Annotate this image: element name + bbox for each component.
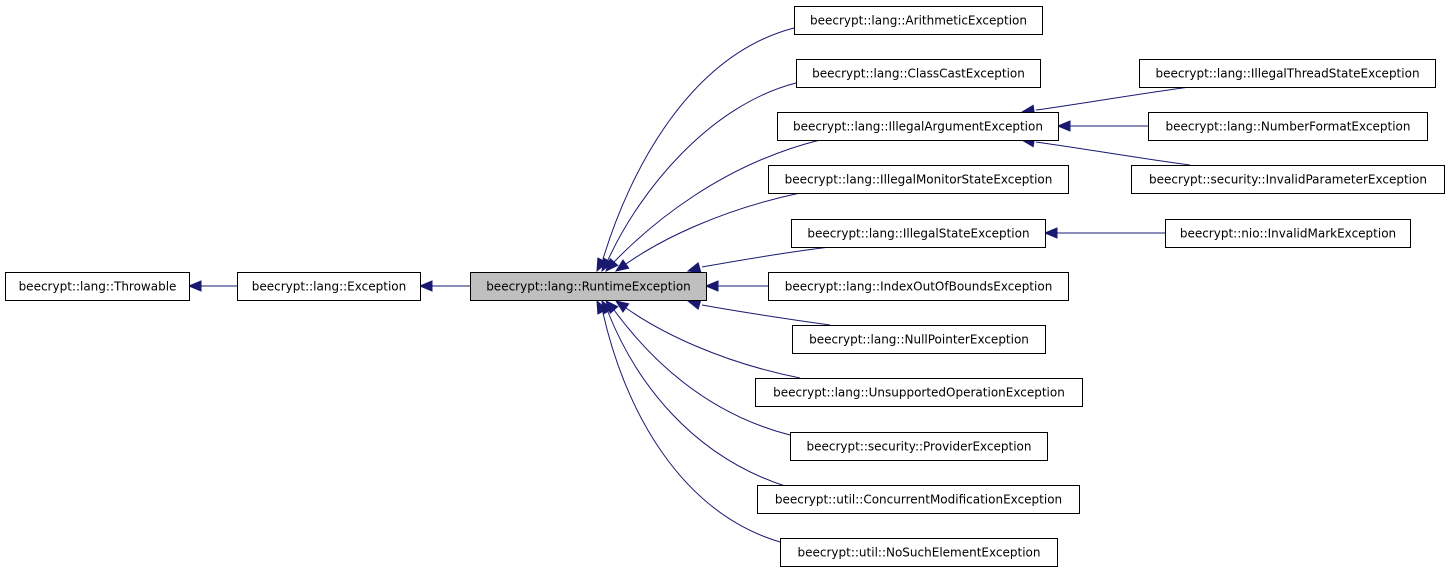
edge-line [1035, 86, 1191, 111]
class-node-nosuch[interactable]: beecrypt::util::NoSuchElementException [780, 538, 1058, 567]
inheritance-edge-arith-to-runtime [596, 27, 795, 273]
class-node-label: beecrypt::lang::IndexOutOfBoundsExceptio… [785, 280, 1053, 294]
class-node-runtime: beecrypt::lang::RuntimeException [470, 272, 707, 301]
arrowhead-icon [187, 280, 202, 292]
edge-line [607, 82, 797, 261]
class-node-label: beecrypt::lang::NumberFormatException [1166, 120, 1411, 134]
class-node-label: beecrypt::lang::UnsupportedOperationExce… [773, 386, 1065, 400]
class-node-numformat[interactable]: beecrypt::lang::NumberFormatException [1148, 112, 1428, 141]
arrowhead-icon [686, 262, 702, 274]
class-node-label: beecrypt::lang::NullPointerException [809, 333, 1029, 347]
class-node-illegalarg[interactable]: beecrypt::lang::IllegalArgumentException [777, 112, 1059, 141]
edge-line [602, 312, 781, 543]
class-node-invalidmark[interactable]: beecrypt::nio::InvalidMarkException [1165, 219, 1411, 248]
class-node-unsupported[interactable]: beecrypt::lang::UnsupportedOperationExce… [755, 378, 1083, 407]
class-node-label: beecrypt::security::InvalidParameterExce… [1149, 173, 1427, 187]
class-node-label: beecrypt::lang::IllegalArgumentException [793, 120, 1043, 134]
class-node-illegalstate[interactable]: beecrypt::lang::IllegalStateException [791, 219, 1046, 248]
class-node-label: beecrypt::lang::Throwable [19, 280, 177, 294]
class-node-exception[interactable]: beecrypt::lang::Exception [237, 272, 421, 301]
class-node-label: beecrypt::lang::ArithmeticException [810, 14, 1027, 28]
class-node-label: beecrypt::security::ProviderException [806, 440, 1031, 454]
class-node-label: beecrypt::nio::InvalidMarkException [1180, 227, 1396, 241]
inheritance-edge-illegalthread-to-illegalarg [1020, 86, 1191, 116]
class-node-label: beecrypt::lang::IllegalThreadStateExcept… [1155, 67, 1419, 81]
class-node-label: beecrypt::lang::IllegalStateException [807, 227, 1029, 241]
arrowhead-icon [1056, 120, 1071, 132]
edge-line [625, 192, 801, 265]
class-node-nullptr[interactable]: beecrypt::lang::NullPointerException [792, 325, 1046, 354]
class-node-concurrent[interactable]: beecrypt::util::ConcurrentModificationEx… [757, 485, 1080, 514]
class-node-label: beecrypt::lang::IllegalMonitorStateExcep… [785, 173, 1053, 187]
class-node-throwable[interactable]: beecrypt::lang::Throwable [5, 272, 190, 301]
inheritance-edge-nosuch-to-runtime [596, 299, 781, 543]
inheritance-edge-exception-to-throwable [187, 280, 237, 292]
edge-line [701, 304, 831, 326]
arrowhead-icon [418, 280, 433, 292]
edge-line [701, 246, 831, 268]
inheritance-edge-indexoob-to-runtime [704, 280, 768, 292]
inheritance-edge-nullptr-to-runtime [686, 298, 831, 326]
class-node-label: beecrypt::lang::ClassCastException [812, 67, 1025, 81]
inheritance-edge-unsupported-to-runtime [614, 300, 801, 379]
inheritance-edge-illegalmon-to-runtime [614, 192, 801, 272]
class-node-label: beecrypt::lang::RuntimeException [486, 280, 691, 294]
class-node-indexoob[interactable]: beecrypt::lang::IndexOutOfBoundsExceptio… [768, 272, 1069, 301]
edge-line [1035, 141, 1191, 166]
class-node-classcast[interactable]: beecrypt::lang::ClassCastException [796, 59, 1041, 88]
arrowhead-icon [1043, 227, 1058, 239]
inheritance-edge-numformat-to-illegalarg [1056, 120, 1148, 132]
inheritance-edge-classcast-to-runtime [601, 82, 797, 273]
inheritance-edge-illegalstate-to-runtime [686, 246, 831, 274]
class-node-provider[interactable]: beecrypt::security::ProviderException [790, 432, 1048, 461]
class-node-arith[interactable]: beecrypt::lang::ArithmeticException [794, 6, 1043, 35]
class-node-invalidparam[interactable]: beecrypt::security::InvalidParameterExce… [1131, 165, 1445, 194]
inheritance-edge-runtime-to-exception [418, 280, 470, 292]
inheritance-edge-provider-to-runtime [605, 300, 791, 436]
inheritance-edge-invalidmark-to-illegalstate [1043, 227, 1165, 239]
arrowhead-icon [704, 280, 719, 292]
inheritance-diagram: beecrypt::lang::Throwablebeecrypt::lang:… [5, 6, 1445, 567]
class-node-illegalmon[interactable]: beecrypt::lang::IllegalMonitorStateExcep… [768, 165, 1069, 194]
class-node-label: beecrypt::util::ConcurrentModificationEx… [775, 493, 1062, 507]
inheritance-edge-illegalarg-to-runtime [605, 139, 821, 272]
class-node-illegalthread[interactable]: beecrypt::lang::IllegalThreadStateExcept… [1139, 59, 1436, 88]
edge-line [625, 307, 801, 379]
class-node-label: beecrypt::lang::Exception [252, 280, 406, 294]
class-node-label: beecrypt::util::NoSuchElementException [798, 546, 1041, 560]
